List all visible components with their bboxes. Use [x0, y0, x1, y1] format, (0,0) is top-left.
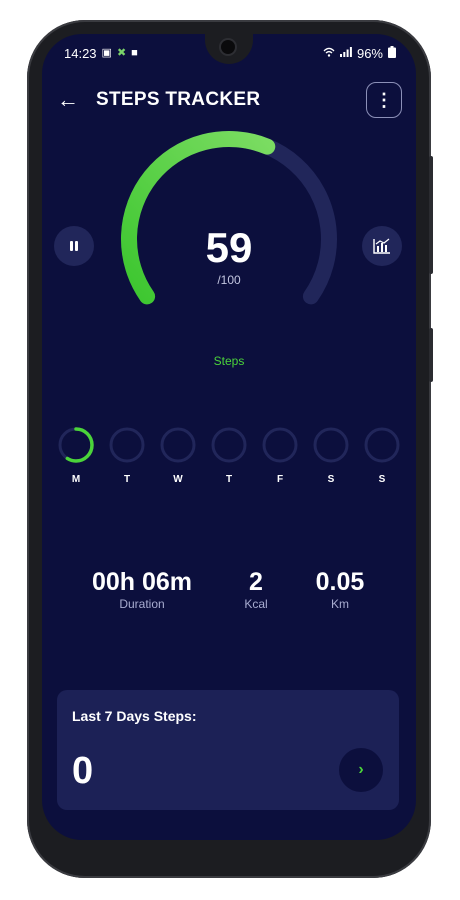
- day-label: T: [123, 474, 131, 485]
- day-label: S: [327, 474, 335, 485]
- day-item[interactable]: T: [209, 426, 249, 485]
- day-label: W: [173, 474, 183, 485]
- duration-label: Duration: [119, 597, 165, 611]
- kcal-value: 2: [249, 568, 263, 596]
- km-stat: 0.05 Km: [304, 568, 376, 611]
- kcal-stat: 2 Kcal: [226, 568, 286, 611]
- day-progress-ring: [58, 427, 94, 463]
- day-progress-ring: [364, 427, 400, 463]
- km-label: Km: [331, 597, 349, 611]
- card-value: 0: [72, 750, 94, 792]
- km-value: 0.05: [315, 568, 365, 596]
- app-screen: 14:23 ▣ ✖ ■ 96% ← STEPS TRACKER ⋮ 59 /10…: [42, 34, 416, 840]
- day-item[interactable]: W: [158, 426, 198, 485]
- weekly-progress: MTWTFSS: [56, 426, 402, 485]
- steps-count: 59: [205, 224, 253, 271]
- day-item[interactable]: S: [311, 426, 351, 485]
- pause-icon: [70, 241, 78, 251]
- duration-stat: 00h 06m Duration: [82, 568, 202, 611]
- kcal-label: Kcal: [244, 597, 268, 611]
- day-progress-ring: [160, 427, 196, 463]
- bar-chart-icon: [373, 238, 390, 254]
- day-label: T: [225, 474, 233, 485]
- statistics-button[interactable]: [362, 226, 402, 266]
- day-item[interactable]: F: [260, 426, 300, 485]
- day-progress-ring: [109, 427, 145, 463]
- duration-value: 00h 06m: [91, 568, 193, 596]
- day-label: S: [378, 474, 386, 485]
- steps-goal: /100: [217, 273, 241, 287]
- day-progress-ring: [262, 427, 298, 463]
- power-button: [429, 328, 433, 382]
- stats-row: 00h 06m Duration 2 Kcal 0.05 Km: [42, 568, 416, 628]
- day-progress-ring: [211, 427, 247, 463]
- steps-label: Steps: [213, 354, 245, 368]
- pause-button[interactable]: [54, 226, 94, 266]
- card-title: Last 7 Days Steps:: [72, 708, 197, 724]
- day-item[interactable]: T: [107, 426, 147, 485]
- chevron-right-icon[interactable]: ›: [339, 748, 383, 792]
- last-7-days-card[interactable]: Last 7 Days Steps: 0 ›: [57, 690, 399, 810]
- day-item[interactable]: M: [56, 426, 96, 485]
- day-label: M: [71, 474, 81, 485]
- day-label: F: [276, 474, 284, 485]
- day-progress-ring: [313, 427, 349, 463]
- day-item[interactable]: S: [362, 426, 402, 485]
- volume-button: [429, 156, 433, 274]
